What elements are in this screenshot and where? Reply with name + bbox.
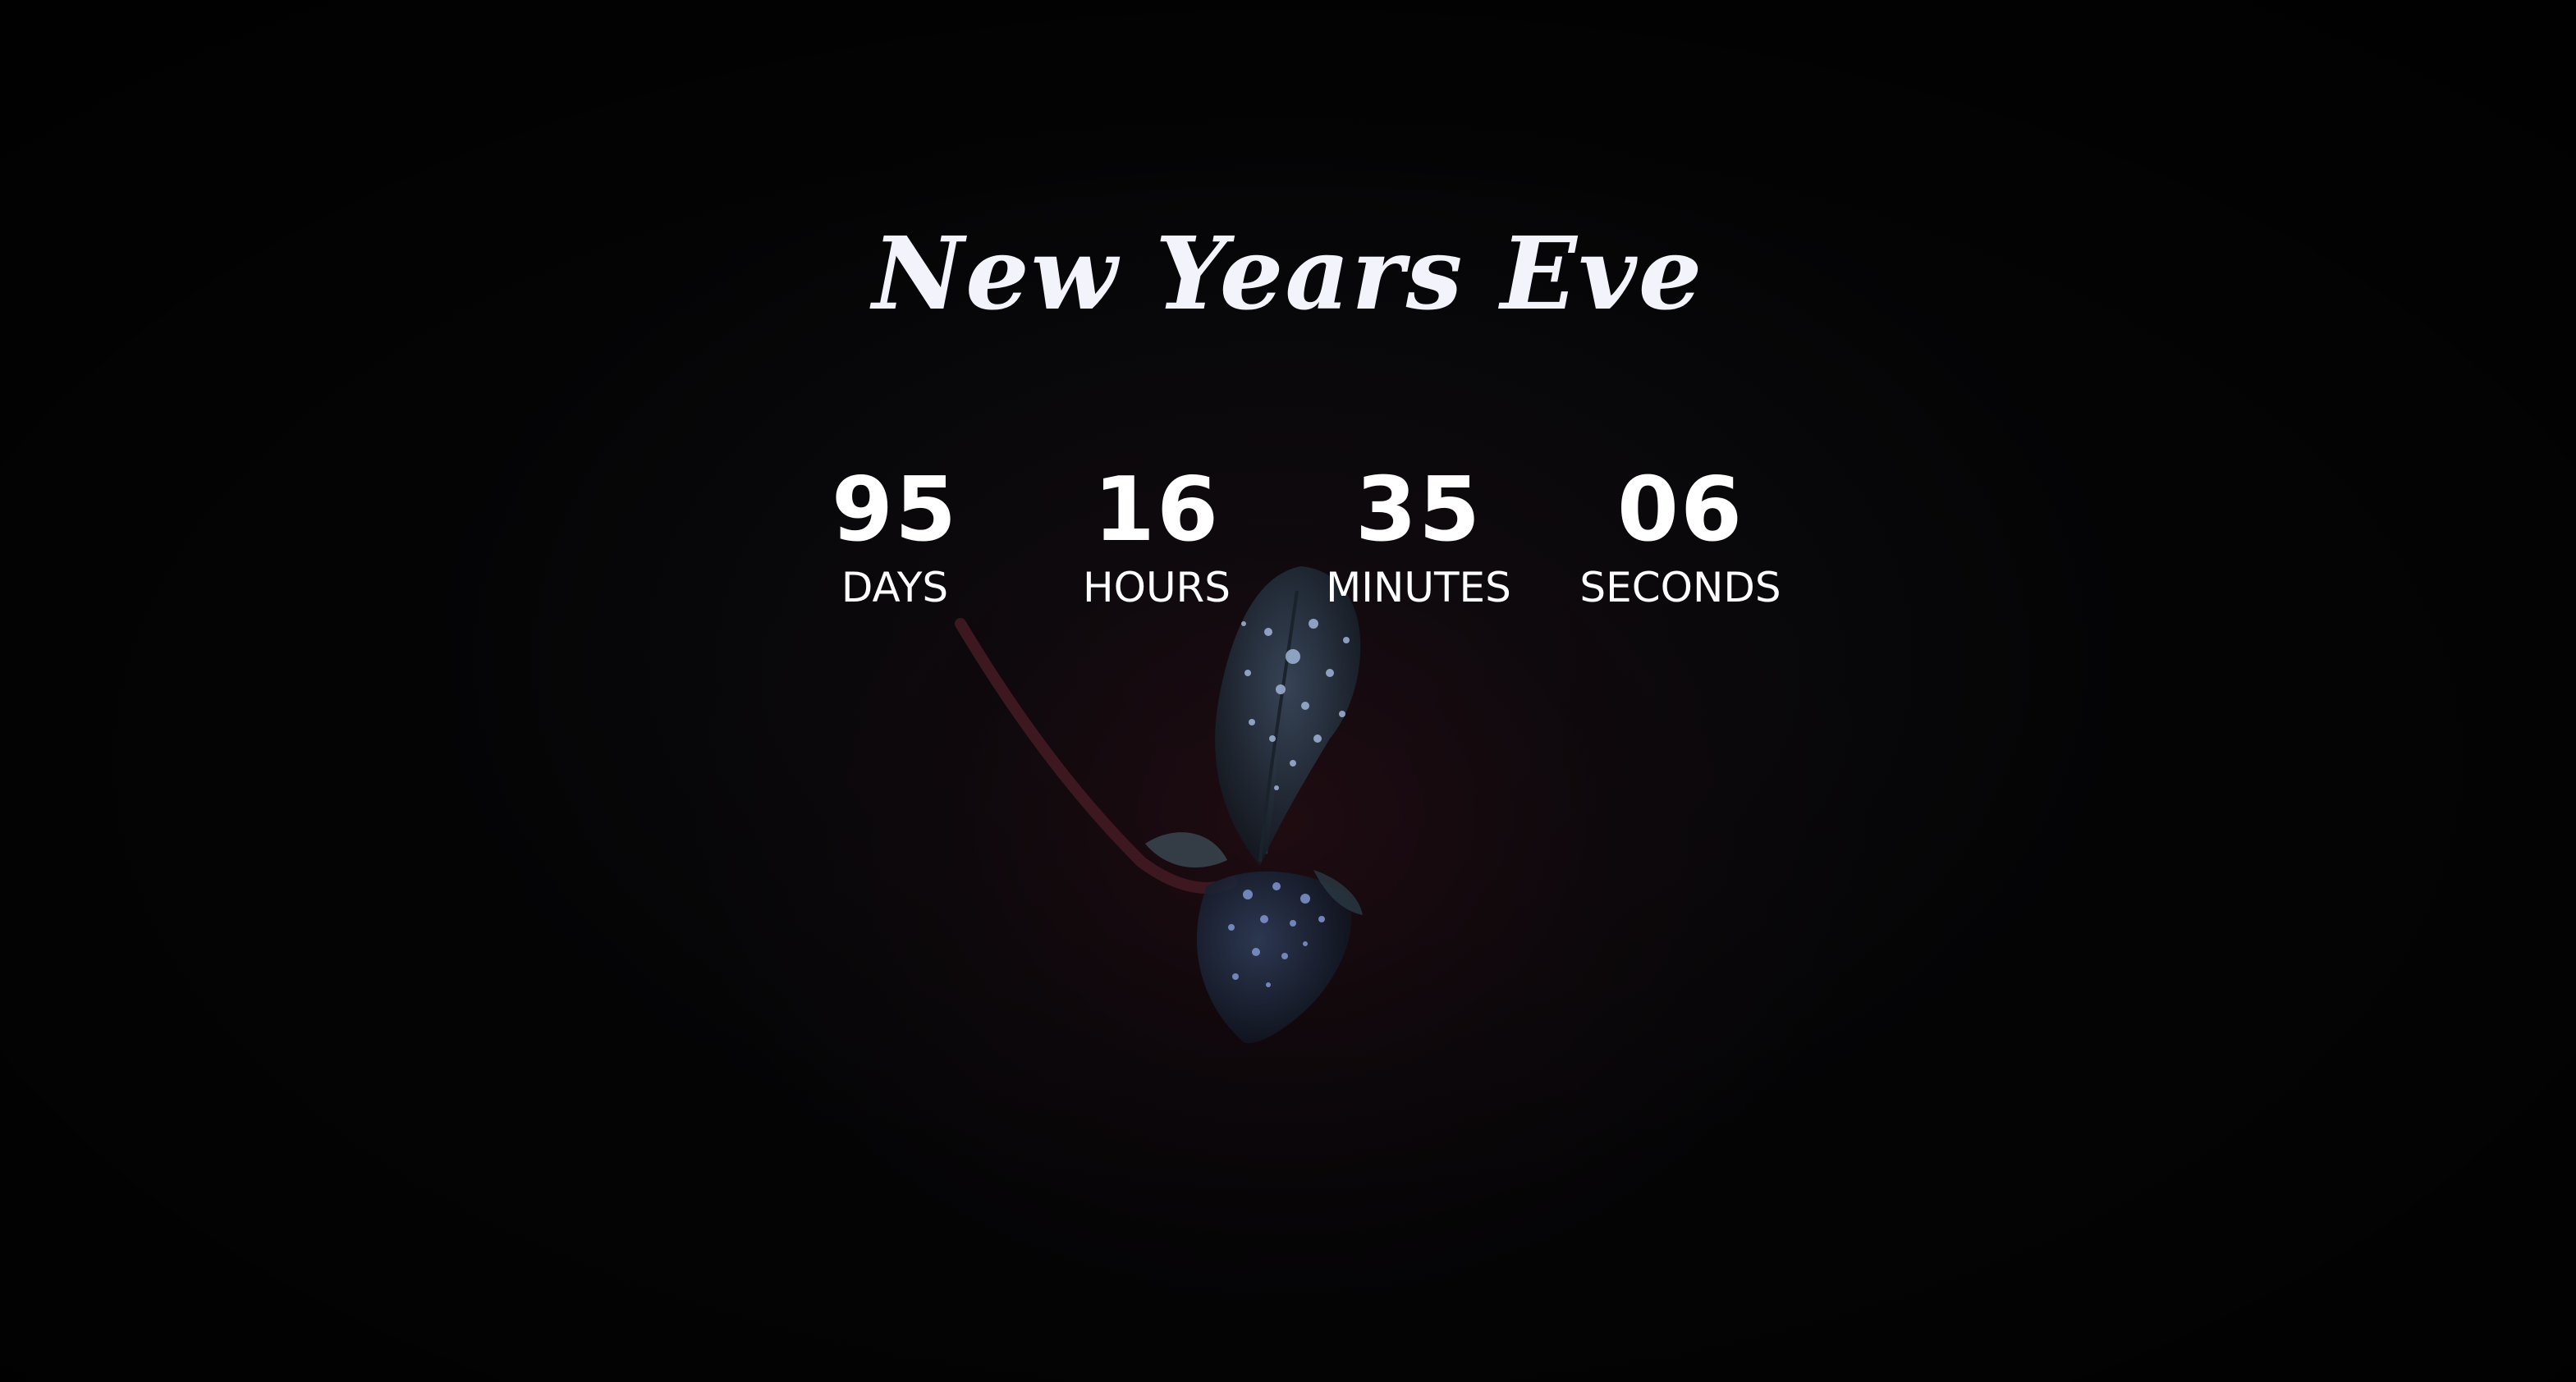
hours-label: HOURS [1082,564,1231,611]
countdown-hours: 16 HOURS [1034,460,1280,614]
seconds-label: SECONDS [1579,564,1781,611]
seconds-value: 06 [1616,459,1744,561]
countdown-minutes: 35 MINUTES [1295,460,1542,614]
minutes-label: MINUTES [1326,564,1511,611]
countdown-days: 95 DAYS [772,460,1018,614]
countdown-page: New Years Eve 95 DAYS 16 HOURS 35 MINUTE… [0,0,2576,1382]
countdown-seconds: 06 SECONDS [1557,460,1804,614]
hours-value: 16 [1093,459,1221,561]
background-image [0,0,2576,1382]
page-title: New Years Eve [872,214,1704,332]
minutes-value: 35 [1354,459,1483,561]
days-label: DAYS [841,564,949,611]
days-value: 95 [831,459,959,561]
